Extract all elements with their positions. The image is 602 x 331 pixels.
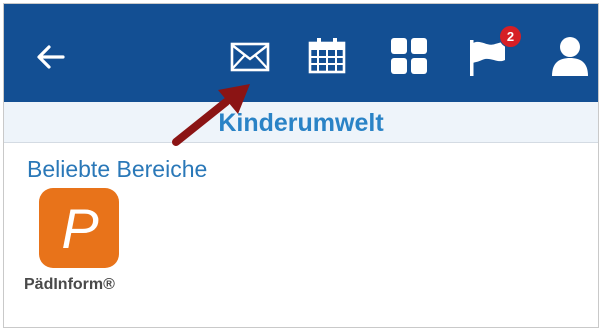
paedinform-logo-icon: P	[61, 197, 98, 260]
pointer-arrow-icon	[172, 84, 250, 146]
svg-text:P: P	[61, 197, 98, 260]
user-icon[interactable]	[551, 36, 589, 76]
arrow-left-icon[interactable]	[36, 44, 66, 70]
app-header	[4, 4, 598, 102]
section-header: Kinderumwelt	[4, 102, 598, 143]
grid-icon[interactable]	[391, 38, 427, 74]
calendar-icon[interactable]	[307, 36, 347, 74]
envelope-icon[interactable]	[230, 42, 270, 72]
notification-badge: 2	[500, 26, 521, 47]
favorites-title: Beliebte Bereiche	[27, 156, 208, 182]
app-tile-paedinform[interactable]: P	[39, 188, 119, 268]
app-tile-label[interactable]: PädInform®	[24, 276, 115, 294]
flag-icon[interactable]	[468, 38, 508, 78]
